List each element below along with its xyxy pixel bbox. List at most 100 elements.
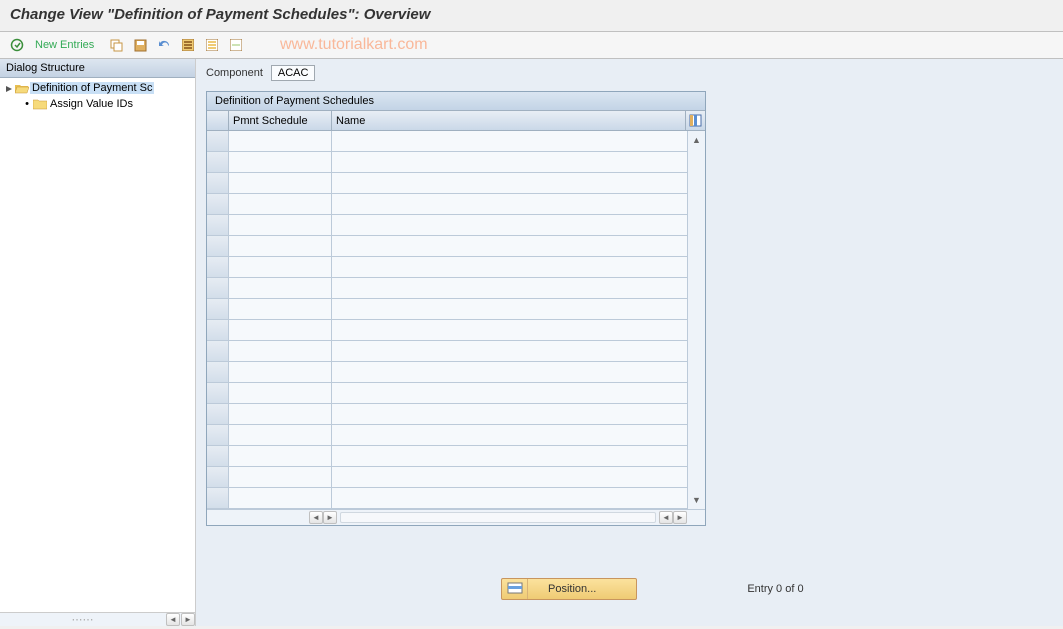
cell-name[interactable] (332, 341, 687, 361)
cell-name[interactable] (332, 299, 687, 319)
cell-name[interactable] (332, 215, 687, 235)
new-entries-button[interactable]: New Entries (30, 35, 103, 55)
sidebar-title: Dialog Structure (0, 59, 195, 78)
table-row[interactable] (207, 425, 687, 446)
row-selector[interactable] (207, 236, 229, 256)
resize-handle-icon[interactable]: ⋯⋯ (0, 613, 165, 626)
row-selector[interactable] (207, 194, 229, 214)
sidebar-scroll-left-button[interactable]: ◄ (166, 613, 180, 626)
row-selector[interactable] (207, 299, 229, 319)
save-button[interactable] (129, 35, 151, 55)
cell-pmnt-schedule[interactable] (229, 362, 332, 382)
cell-name[interactable] (332, 362, 687, 382)
cell-pmnt-schedule[interactable] (229, 278, 332, 298)
cell-pmnt-schedule[interactable] (229, 194, 332, 214)
cell-pmnt-schedule[interactable] (229, 257, 332, 277)
cell-name[interactable] (332, 488, 687, 508)
cell-pmnt-schedule[interactable] (229, 341, 332, 361)
cell-pmnt-schedule[interactable] (229, 152, 332, 172)
sidebar-scroll-right-button[interactable]: ► (181, 613, 195, 626)
cell-name[interactable] (332, 278, 687, 298)
table-row[interactable] (207, 446, 687, 467)
select-all-button[interactable] (177, 35, 199, 55)
scroll-left-button-2[interactable]: ◄ (659, 511, 673, 524)
scroll-left-button[interactable]: ◄ (309, 511, 323, 524)
row-selector[interactable] (207, 383, 229, 403)
cell-name[interactable] (332, 425, 687, 445)
undo-button[interactable] (153, 35, 175, 55)
tree-item-definition-payment-schedules[interactable]: Definition of Payment Sc (0, 80, 195, 96)
row-selector[interactable] (207, 152, 229, 172)
row-selector[interactable] (207, 341, 229, 361)
cell-pmnt-schedule[interactable] (229, 236, 332, 256)
configure-columns-button[interactable] (685, 111, 705, 130)
table-row[interactable] (207, 131, 687, 152)
cell-pmnt-schedule[interactable] (229, 383, 332, 403)
table-row[interactable] (207, 278, 687, 299)
cell-name[interactable] (332, 194, 687, 214)
cell-pmnt-schedule[interactable] (229, 425, 332, 445)
cell-pmnt-schedule[interactable] (229, 320, 332, 340)
cell-name[interactable] (332, 467, 687, 487)
tree-toggle-icon[interactable] (4, 84, 14, 93)
row-selector[interactable] (207, 404, 229, 424)
table-row[interactable] (207, 362, 687, 383)
deselect-all-button[interactable] (225, 35, 247, 55)
table-row[interactable] (207, 215, 687, 236)
select-block-button[interactable] (201, 35, 223, 55)
cell-name[interactable] (332, 131, 687, 151)
row-selector[interactable] (207, 173, 229, 193)
table-row[interactable] (207, 257, 687, 278)
cell-name[interactable] (332, 446, 687, 466)
component-value[interactable]: ACAC (271, 65, 316, 81)
row-selector[interactable] (207, 467, 229, 487)
row-selector[interactable] (207, 131, 229, 151)
column-header-name[interactable]: Name (332, 111, 685, 130)
row-selector[interactable] (207, 362, 229, 382)
column-header-pmnt-schedule[interactable]: Pmnt Schedule (229, 111, 332, 130)
cell-name[interactable] (332, 236, 687, 256)
table-row[interactable] (207, 173, 687, 194)
row-selector[interactable] (207, 278, 229, 298)
row-selector[interactable] (207, 215, 229, 235)
table-row[interactable] (207, 320, 687, 341)
cell-pmnt-schedule[interactable] (229, 299, 332, 319)
cell-pmnt-schedule[interactable] (229, 131, 332, 151)
cell-pmnt-schedule[interactable] (229, 173, 332, 193)
table-row[interactable] (207, 383, 687, 404)
tree-item-assign-value-ids[interactable]: • Assign Value IDs (0, 96, 195, 112)
cell-pmnt-schedule[interactable] (229, 446, 332, 466)
cell-name[interactable] (332, 257, 687, 277)
scroll-right-button[interactable]: ► (323, 511, 337, 524)
cell-name[interactable] (332, 152, 687, 172)
table-row[interactable] (207, 236, 687, 257)
table-row[interactable] (207, 299, 687, 320)
table-row[interactable] (207, 488, 687, 509)
row-selector[interactable] (207, 320, 229, 340)
scroll-up-button[interactable]: ▲ (690, 133, 704, 147)
hscroll-track[interactable] (340, 512, 656, 523)
row-selector[interactable] (207, 425, 229, 445)
cell-pmnt-schedule[interactable] (229, 215, 332, 235)
cell-pmnt-schedule[interactable] (229, 467, 332, 487)
scroll-down-button[interactable]: ▼ (690, 493, 704, 507)
copy-button[interactable] (105, 35, 127, 55)
row-selector[interactable] (207, 257, 229, 277)
table-row[interactable] (207, 404, 687, 425)
cell-name[interactable] (332, 383, 687, 403)
row-selector[interactable] (207, 446, 229, 466)
table-row[interactable] (207, 467, 687, 488)
cell-name[interactable] (332, 404, 687, 424)
table-row[interactable] (207, 341, 687, 362)
table-row[interactable] (207, 152, 687, 173)
position-button[interactable]: Position... (501, 578, 637, 600)
cell-pmnt-schedule[interactable] (229, 488, 332, 508)
execute-button[interactable] (6, 35, 28, 55)
select-all-rows-header[interactable] (207, 111, 229, 130)
cell-name[interactable] (332, 320, 687, 340)
row-selector[interactable] (207, 488, 229, 508)
cell-pmnt-schedule[interactable] (229, 404, 332, 424)
table-row[interactable] (207, 194, 687, 215)
scroll-right-button-2[interactable]: ► (673, 511, 687, 524)
cell-name[interactable] (332, 173, 687, 193)
